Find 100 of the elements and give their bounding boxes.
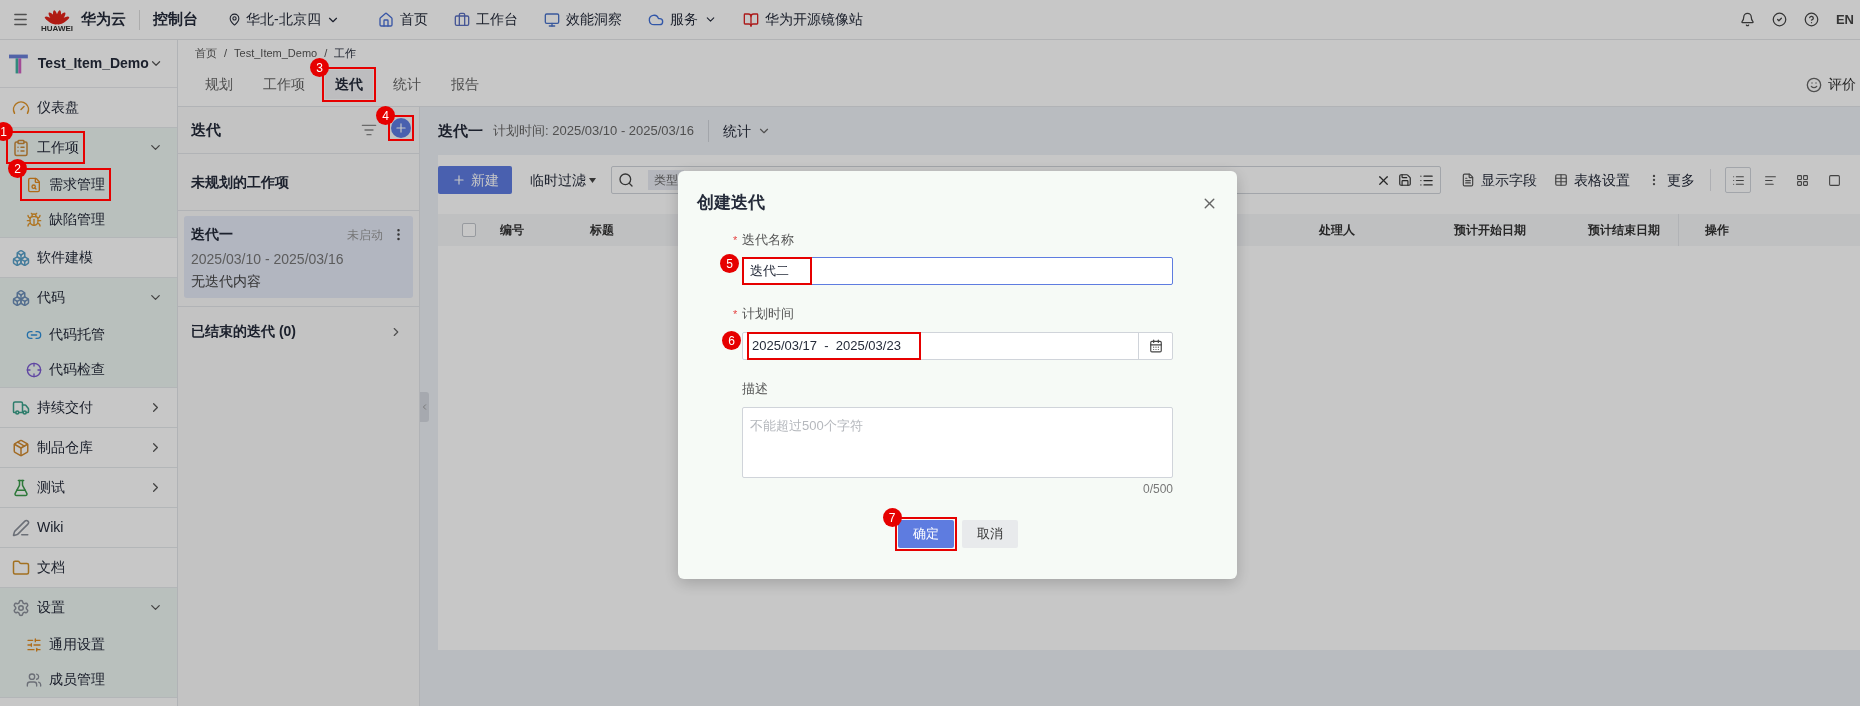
sidebar-item[interactable]: 代码检查 xyxy=(49,359,105,380)
cancel-button[interactable]: 取消 xyxy=(961,520,1018,548)
filter-icon[interactable] xyxy=(361,122,377,138)
toolbar-action[interactable]: 显示字段 xyxy=(1461,169,1537,191)
card-view-icon xyxy=(1827,173,1841,187)
field-label: 迭代名称 xyxy=(742,231,794,250)
sidebar-item[interactable]: 设置 xyxy=(37,597,65,618)
nav-link[interactable]: 服务 xyxy=(647,9,717,30)
sidebar-item[interactable]: 通用设置 xyxy=(49,634,105,655)
gantt-view-icon xyxy=(1763,173,1777,187)
sidebar-item[interactable]: 缺陷管理 xyxy=(49,209,105,230)
nav-link[interactable]: 华为开源镜像站 xyxy=(742,9,863,30)
brand-name[interactable]: 华为云 xyxy=(81,8,126,31)
doc-icon xyxy=(12,558,30,577)
column-header: 操作 xyxy=(1705,222,1729,239)
language-link[interactable]: EN xyxy=(1835,9,1856,30)
feedback-link[interactable]: 评价 xyxy=(1806,74,1856,96)
nav-link[interactable]: 工作台 xyxy=(453,9,518,30)
step-badge: 1 xyxy=(0,122,13,141)
iteration-card[interactable]: 迭代一 未启动 2025/03/10 - 2025/03/16 无迭代内容 xyxy=(184,216,413,298)
check-circle-icon[interactable] xyxy=(1771,12,1787,27)
highlight-frame xyxy=(742,257,812,285)
step-badge: 4 xyxy=(376,106,395,125)
column-header: 编号 xyxy=(500,222,524,239)
notification-icon[interactable] xyxy=(1739,12,1755,27)
search-icon xyxy=(618,172,634,188)
smile-icon xyxy=(1806,76,1822,93)
project-name[interactable]: Test_Item_Demo xyxy=(37,53,149,74)
filter-dropdown[interactable]: 临时过滤 xyxy=(530,169,596,191)
panel-title: 迭代 xyxy=(191,119,221,140)
nav-link[interactable]: 效能洞察 xyxy=(543,9,622,30)
step-badge: 2 xyxy=(8,159,27,178)
step-badge: 5 xyxy=(720,254,739,273)
step-badge: 3 xyxy=(310,58,329,78)
list-icon[interactable] xyxy=(1419,172,1434,188)
nav-link[interactable]: 首页 xyxy=(377,9,428,30)
test-icon xyxy=(12,478,30,497)
toolbar-action[interactable]: 表格设置 xyxy=(1554,169,1630,191)
members-icon xyxy=(26,671,42,688)
model-icon xyxy=(12,248,30,267)
checkbox[interactable] xyxy=(462,223,476,237)
sidebar-item[interactable]: 仪表盘 xyxy=(37,97,79,118)
required-mark: * xyxy=(733,306,738,322)
menu-icon[interactable] xyxy=(12,11,29,28)
console-link[interactable]: 控制台 xyxy=(153,8,198,31)
tab[interactable]: 迭代 xyxy=(325,70,373,100)
sidebar-item[interactable]: 测试 xyxy=(37,477,65,498)
dialog-title: 创建迭代 xyxy=(697,192,765,215)
new-button[interactable]: 新建 xyxy=(438,166,512,194)
save-icon[interactable] xyxy=(1398,173,1412,187)
tab[interactable]: 统计 xyxy=(383,70,431,100)
settings-icon xyxy=(12,598,30,617)
breadcrumb-link[interactable]: 首页 xyxy=(195,44,217,62)
add-button[interactable] xyxy=(391,118,411,138)
field-label: 描述 xyxy=(742,380,768,399)
column-header: 预计开始日期 xyxy=(1454,222,1526,239)
region-selector[interactable]: 华北-北京四 xyxy=(228,9,340,30)
tab[interactable]: 报告 xyxy=(441,70,489,100)
plus-icon xyxy=(394,121,408,135)
dashboard-icon xyxy=(12,98,30,117)
toolbar-action[interactable]: 更多 xyxy=(1647,169,1695,191)
name-input[interactable]: 迭代二 xyxy=(742,257,1173,285)
finished-iterations[interactable]: 已结束的迭代 (0) xyxy=(191,321,296,342)
step-badge: 7 xyxy=(882,508,902,527)
iteration-title: 迭代一 xyxy=(438,120,483,141)
sidebar-item[interactable]: 需求管理 xyxy=(49,174,105,195)
tab[interactable]: 规划 xyxy=(195,70,243,100)
view-toggle[interactable] xyxy=(1725,167,1751,193)
location-pin-icon xyxy=(228,13,241,26)
home-icon xyxy=(377,11,394,28)
sidebar-item[interactable]: Wiki xyxy=(37,517,64,538)
plan-time: 计划时间: 2025/03/10 - 2025/03/16 xyxy=(493,122,694,141)
bug-icon xyxy=(26,211,42,228)
wiki-icon xyxy=(12,518,30,537)
chevron-left-icon xyxy=(420,401,429,412)
iteration-dates: 2025/03/10 - 2025/03/16 xyxy=(191,250,345,269)
sidebar-item[interactable]: 软件建模 xyxy=(37,247,93,268)
caret-icon xyxy=(589,177,596,183)
breadcrumb-separator: / xyxy=(224,45,228,61)
sidebar-item[interactable]: 工作项 xyxy=(37,137,79,158)
sidebar-item[interactable]: 文档 xyxy=(37,557,65,578)
required-mark: * xyxy=(733,232,738,248)
unplanned-items[interactable]: 未规划的工作项 xyxy=(191,171,289,193)
sidebar-item[interactable]: 成员管理 xyxy=(49,669,105,690)
sidebar-item[interactable]: 代码托管 xyxy=(49,324,105,345)
breadcrumb-separator: / xyxy=(324,45,328,61)
status-label: 未启动 xyxy=(347,226,383,244)
help-icon[interactable] xyxy=(1803,12,1819,27)
workitem-icon xyxy=(12,138,30,157)
list-view-icon xyxy=(1731,173,1745,187)
stats-dropdown[interactable]: 统计 xyxy=(722,120,771,142)
iteration-content: 无迭代内容 xyxy=(191,272,262,291)
plus-icon xyxy=(451,173,466,187)
confirm-button[interactable]: 确定 xyxy=(897,520,954,548)
collapse-handle[interactable] xyxy=(420,391,429,422)
sidebar-item[interactable]: 制品仓库 xyxy=(37,437,93,458)
sidebar-item[interactable]: 持续交付 xyxy=(37,397,93,418)
sidebar-item[interactable]: 代码 xyxy=(37,287,65,308)
breadcrumb-link[interactable]: 工作 xyxy=(334,44,357,62)
iteration-name: 迭代一 xyxy=(191,225,233,244)
